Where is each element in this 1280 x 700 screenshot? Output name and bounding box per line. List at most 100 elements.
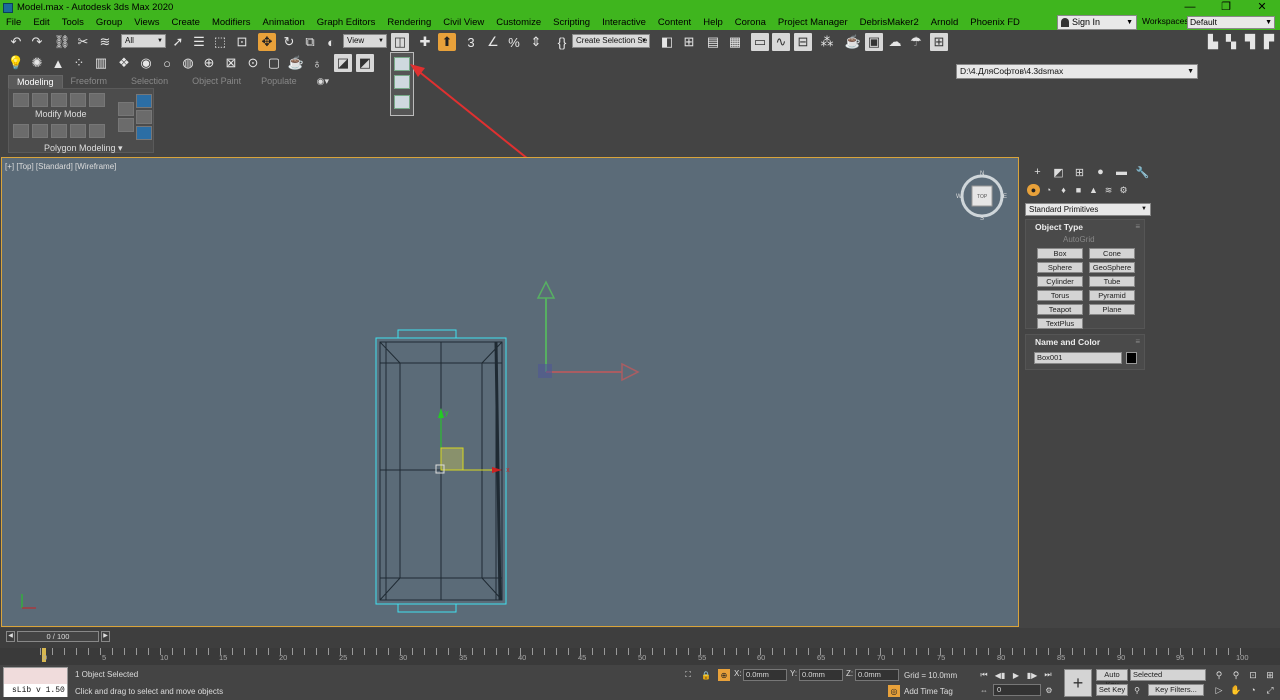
render-production-icon[interactable]: ☁ (886, 33, 904, 51)
window-crossing-icon[interactable]: ⊡ (233, 33, 251, 51)
tool-icon-a[interactable]: ◍ (179, 54, 197, 72)
zoom-extents-icon[interactable]: ⊡ (1247, 669, 1259, 681)
create-tab-icon[interactable]: + (1027, 165, 1048, 179)
menu-phoenix-fd[interactable]: Phoenix FD (964, 17, 1026, 28)
hierarchy-tab-icon[interactable]: ⊞ (1069, 165, 1090, 179)
menu-debrismaker2[interactable]: DebrisMaker2 (854, 17, 925, 28)
render-in-cloud-icon[interactable]: ⊞ (930, 33, 948, 51)
tool-a-icon[interactable] (13, 124, 29, 138)
scatter-icon[interactable]: ⁘ (70, 54, 88, 72)
go-to-end-icon[interactable]: ⏭ (1042, 669, 1054, 681)
select-and-move-icon[interactable]: ✥ (258, 33, 276, 51)
time-configuration-icon[interactable]: ⚙ (1043, 684, 1055, 696)
tab-selection[interactable]: Selection (115, 75, 184, 88)
select-object-icon[interactable]: ➚ (169, 33, 187, 51)
side-button-d[interactable] (118, 118, 134, 132)
minimize-button[interactable]: — (1172, 0, 1208, 15)
keyboard-shortcut-override-icon[interactable]: ⬆ (438, 33, 456, 51)
scripts-folder-icon[interactable]: ▛ (1260, 33, 1278, 51)
primitive-category-select[interactable]: Standard Primitives ▼ (1025, 203, 1151, 216)
y-coordinate-field[interactable]: 0.0mm (799, 669, 843, 681)
x-coordinate-field[interactable]: 0.0mm (743, 669, 787, 681)
pivot-selection-center-icon[interactable] (394, 57, 410, 71)
tab-object-paint[interactable]: Object Paint (184, 75, 249, 88)
object-color-swatch[interactable] (1126, 352, 1137, 364)
spinner-snap-icon[interactable]: ⇕ (527, 33, 545, 51)
tool-icon-b[interactable]: ⊕ (200, 54, 218, 72)
object-type-header[interactable]: Object Type ≡ (1026, 220, 1144, 234)
restore-button[interactable]: ❐ (1208, 0, 1244, 15)
edit-named-selection-icon[interactable]: {} (553, 33, 571, 51)
teapot-button[interactable]: Teapot (1037, 304, 1083, 315)
sun-icon[interactable]: ✺ (28, 54, 46, 72)
maxscript-listener[interactable]: sLib v 1.50 (3, 667, 68, 697)
key-mode-toggle-icon[interactable]: ⇔ (978, 684, 990, 696)
tool-icon-c[interactable]: ⊠ (222, 54, 240, 72)
pan-view-icon[interactable]: ✋ (1230, 684, 1242, 696)
menu-customize[interactable]: Customize (490, 17, 547, 28)
menu-tools[interactable]: Tools (56, 17, 90, 28)
menu-project-manager[interactable]: Project Manager (772, 17, 854, 28)
plane-button[interactable]: Plane (1089, 304, 1135, 315)
menu-corona[interactable]: Corona (729, 17, 772, 28)
space-warps-icon[interactable]: ≋ (1102, 184, 1115, 196)
menu-graph-editors[interactable]: Graph Editors (311, 17, 382, 28)
key-filters-button[interactable]: Key Filters... (1148, 684, 1204, 696)
menu-help[interactable]: Help (697, 17, 729, 28)
tool-icon-e[interactable]: ▢ (265, 54, 283, 72)
absolute-mode-icon[interactable]: ⊕ (718, 669, 730, 681)
project-folder-icon[interactable]: ▙ (1204, 33, 1222, 51)
select-and-rotate-icon[interactable]: ↻ (280, 33, 298, 51)
set-keys-icon[interactable]: + (1064, 669, 1092, 697)
time-tag-icon[interactable]: ◎ (888, 685, 900, 697)
align-icon[interactable]: ⊞ (680, 33, 698, 51)
select-by-name-icon[interactable]: ☰ (190, 33, 208, 51)
layers-icon[interactable]: ▥ (92, 54, 110, 72)
menu-edit[interactable]: Edit (27, 17, 55, 28)
undo-icon[interactable]: ↶ (7, 33, 25, 51)
motion-tab-icon[interactable]: ● (1090, 165, 1111, 179)
redo-icon[interactable]: ↷ (28, 33, 46, 51)
field-of-view-icon[interactable]: ▷ (1213, 684, 1225, 696)
side-button-c[interactable] (136, 110, 152, 124)
pyramid-button[interactable]: Pyramid (1089, 290, 1135, 301)
toggle-layer-explorer-icon[interactable]: ▦ (726, 33, 744, 51)
play-icon[interactable]: ▶ (1010, 669, 1022, 681)
tool-icon-g[interactable]: ◩ (356, 54, 374, 72)
sphere-icon[interactable]: ○ (158, 54, 176, 72)
edge-icon[interactable] (32, 93, 48, 107)
camera-icon[interactable]: ◉ (137, 54, 155, 72)
unlink-icon[interactable]: ✂ (74, 33, 92, 51)
render-iterative-icon[interactable]: ☂ (907, 33, 925, 51)
menu-arnold[interactable]: Arnold (925, 17, 964, 28)
time-slider-thumb[interactable]: 0 / 100 (17, 631, 99, 642)
menu-content[interactable]: Content (652, 17, 697, 28)
geosphere-button[interactable]: GeoSphere (1089, 262, 1135, 273)
cone-button[interactable]: Cone (1089, 248, 1135, 259)
menu-modifiers[interactable]: Modifiers (206, 17, 257, 28)
z-coordinate-field[interactable]: 0.0mm (855, 669, 899, 681)
autogrid-checkbox[interactable]: AutoGrid (1063, 235, 1095, 244)
viewport-top[interactable]: [+] [Top] [Standard] [Wireframe] y x TOP… (1, 157, 1019, 627)
ribbon-options-icon[interactable]: ◉▾ (309, 75, 337, 88)
bind-space-warp-icon[interactable]: ≋ (96, 33, 114, 51)
time-slider-next-icon[interactable]: ▶ (101, 631, 110, 642)
tool-icon-d[interactable]: ⊙ (244, 54, 262, 72)
go-to-start-icon[interactable]: ⏮ (978, 669, 990, 681)
pivot-point-center-icon[interactable]: ◫ (391, 33, 409, 51)
selection-lock-icon[interactable]: 🔒 (700, 669, 712, 681)
display-tab-icon[interactable]: ▬ (1111, 165, 1132, 179)
maximize-viewport-icon[interactable]: ⤢ (1264, 684, 1276, 696)
zoom-all-icon[interactable]: ⚲ (1230, 669, 1242, 681)
object-name-field[interactable]: Box001 (1034, 352, 1122, 364)
menu-file[interactable]: File (0, 17, 27, 28)
cylinder-button[interactable]: Cylinder (1037, 276, 1083, 287)
percent-snap-icon[interactable]: % (505, 33, 523, 51)
add-time-tag[interactable]: Add Time Tag (904, 687, 953, 696)
pivot-point-icon[interactable] (394, 95, 410, 109)
modify-tab-icon[interactable]: ◩ (1048, 165, 1069, 179)
border-icon[interactable] (51, 93, 67, 107)
curve-editor-icon[interactable]: ∿ (772, 33, 790, 51)
reference-coordinate-system[interactable]: View ▼ (343, 34, 387, 48)
sign-in-dropdown[interactable]: Sign In ▼ (1057, 15, 1137, 30)
